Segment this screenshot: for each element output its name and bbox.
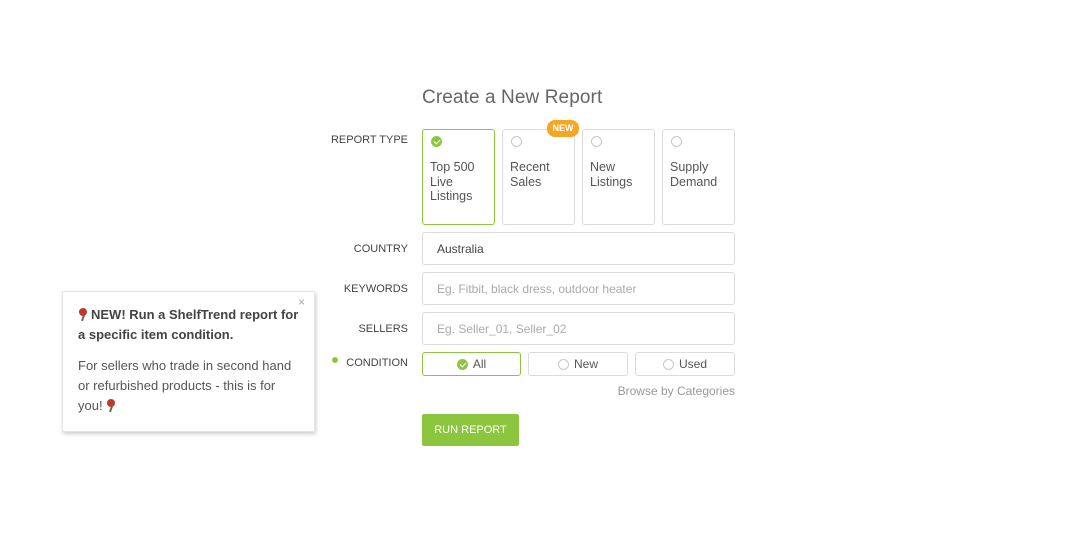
pin-icon <box>78 307 89 321</box>
condition-new-button[interactable]: New <box>528 352 628 376</box>
condition-label-text: Used <box>678 357 707 371</box>
keywords-input[interactable] <box>422 272 735 305</box>
radio-circle-icon <box>511 136 522 147</box>
report-type-label-text: Recent Sales <box>510 160 550 189</box>
check-circle-icon <box>456 358 468 370</box>
report-type-label: REPORT TYPE <box>330 134 408 146</box>
tooltip-heading: NEW! Run a ShelfTrend report for a speci… <box>78 305 300 345</box>
browse-categories-link[interactable]: Browse by Categories <box>618 384 735 398</box>
radio-circle-icon <box>662 358 674 370</box>
new-badge: NEW <box>547 120 579 137</box>
sellers-input[interactable] <box>422 312 735 345</box>
report-type-label-text: New Listings <box>590 160 633 189</box>
radio-circle-icon <box>591 136 602 147</box>
condition-all-button[interactable]: All <box>422 352 521 376</box>
report-type-new-listings[interactable]: New Listings <box>582 129 655 225</box>
condition-used-button[interactable]: Used <box>635 352 735 376</box>
country-label: COUNTRY <box>353 243 408 255</box>
radio-circle-icon <box>671 136 682 147</box>
run-report-button[interactable]: RUN REPORT <box>422 414 519 446</box>
country-select[interactable] <box>422 232 735 265</box>
condition-label-text: All <box>472 357 487 371</box>
report-type-top500[interactable]: Top 500 Live Listings <box>422 129 495 225</box>
report-type-recent-sales[interactable]: Recent Sales <box>502 129 575 225</box>
page-title: Create a New Report <box>422 87 603 108</box>
condition-label-text: New <box>573 357 598 371</box>
check-circle-icon <box>431 136 442 147</box>
close-icon[interactable]: × <box>298 295 305 309</box>
report-type-label-text: Top 500 Live Listings <box>430 160 475 203</box>
pin-icon <box>106 398 117 412</box>
report-type-label-text: Supply Demand <box>670 160 718 189</box>
report-type-supply-demand[interactable]: Supply Demand <box>662 129 735 225</box>
radio-circle-icon <box>557 358 569 370</box>
tooltip-body: For sellers who trade in second hand or … <box>78 356 300 416</box>
feature-tooltip: × NEW! Run a ShelfTrend report for a spe… <box>62 291 315 432</box>
tooltip-heading-text: NEW! Run a ShelfTrend report for a speci… <box>78 307 299 342</box>
